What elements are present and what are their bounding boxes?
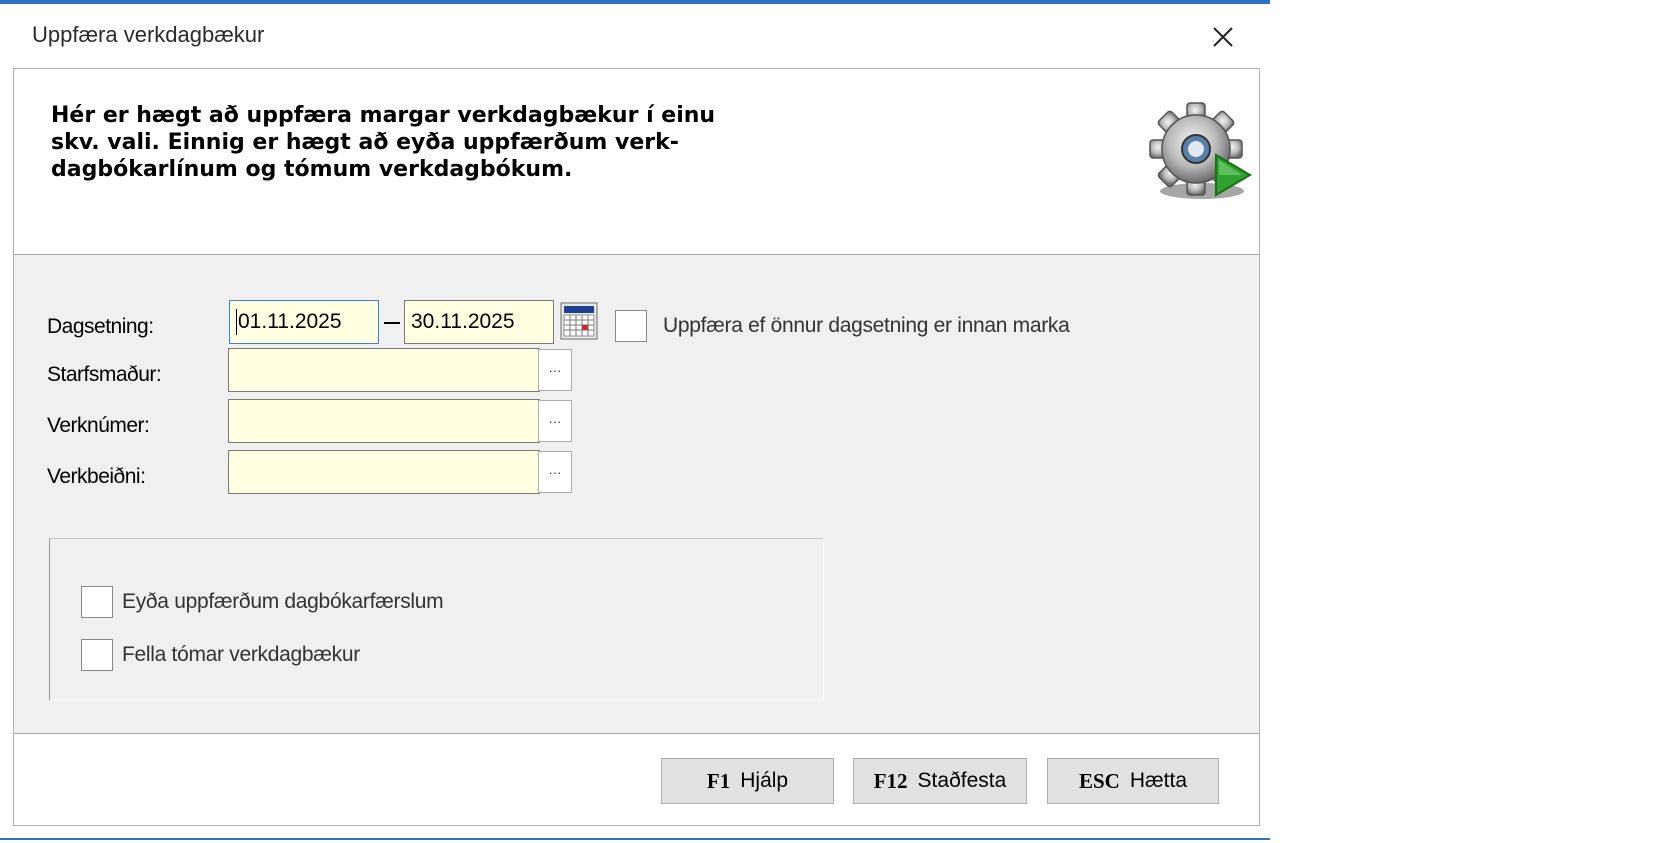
date-to-field[interactable]: 30.11.2025 xyxy=(404,300,554,344)
header-panel: Hér er hægt að uppfæra margar verkdagbæk… xyxy=(14,69,1259,255)
options-group: Eyða uppfærðum dagbókarfærslum Fella tóm… xyxy=(49,538,824,701)
calendar-icon[interactable] xyxy=(560,302,598,340)
header-description: Hér er hægt að uppfæra margar verkdagbæk… xyxy=(51,103,716,182)
delete-updated-label[interactable]: Eyða uppfærðum dagbókarfærslum xyxy=(122,590,444,614)
help-button[interactable]: F1 Hjálp xyxy=(661,758,834,804)
employee-label: Starfsmaður: xyxy=(47,363,162,386)
date-from-value: 01.11.2025 xyxy=(238,310,342,333)
window-title: Uppfæra verkdagbækur xyxy=(32,22,265,47)
date-label: Dagsetning: xyxy=(47,315,154,338)
button-bar: F1 Hjálp F12 Staðfesta ESC Hætta xyxy=(14,734,1259,825)
confirm-label: Staðfesta xyxy=(917,769,1007,792)
work-request-lookup-button[interactable]: ··· xyxy=(538,451,572,493)
drop-empty-checkbox[interactable] xyxy=(81,639,113,671)
job-number-label: Verknúmer: xyxy=(47,414,150,437)
date-range-dash xyxy=(384,322,400,324)
update-other-date-label[interactable]: Uppfæra ef önnur dagsetning er innan mar… xyxy=(663,314,1070,338)
help-label: Hjálp xyxy=(740,769,789,792)
confirm-button[interactable]: F12 Staðfesta xyxy=(853,758,1027,804)
dialog-frame: Hér er hægt að uppfæra margar verkdagbæk… xyxy=(13,68,1260,826)
text-caret xyxy=(236,309,237,335)
gear-run-icon xyxy=(1149,102,1252,199)
work-request-field[interactable] xyxy=(228,450,540,494)
delete-updated-checkbox[interactable] xyxy=(81,586,113,618)
window-bottom-border xyxy=(0,838,1270,840)
date-from-field[interactable]: 01.11.2025 xyxy=(229,300,379,344)
employee-field[interactable] xyxy=(228,348,540,392)
cancel-label: Hætta xyxy=(1129,769,1188,792)
job-number-lookup-button[interactable]: ··· xyxy=(538,400,572,442)
cancel-button[interactable]: ESC Hætta xyxy=(1047,758,1219,804)
date-to-value: 30.11.2025 xyxy=(411,310,515,333)
work-request-label: Verkbeiðni: xyxy=(47,465,146,488)
job-number-field[interactable] xyxy=(228,399,540,443)
close-icon xyxy=(1213,27,1233,47)
title-bar[interactable]: Uppfæra verkdagbækur xyxy=(0,4,1268,62)
update-other-date-checkbox[interactable] xyxy=(615,310,647,342)
confirm-key: F12 xyxy=(873,768,908,793)
help-key: F1 xyxy=(706,768,731,793)
close-button[interactable] xyxy=(1200,14,1246,60)
form-panel: Dagsetning: 01.11.2025 30.11.2025 Uppfær… xyxy=(14,255,1259,734)
cancel-key: ESC xyxy=(1078,768,1120,793)
employee-lookup-button[interactable]: ··· xyxy=(538,349,572,391)
drop-empty-label[interactable]: Fella tómar verkdagbækur xyxy=(122,643,360,667)
